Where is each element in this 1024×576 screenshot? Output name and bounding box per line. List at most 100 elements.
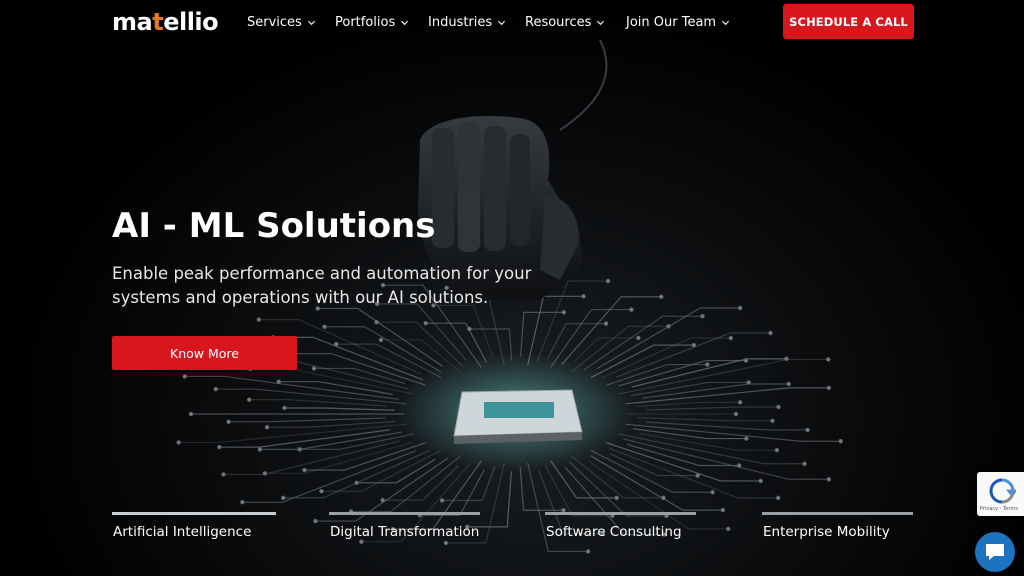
- circuit-node: [733, 411, 739, 417]
- circuit-node: [213, 386, 219, 392]
- circuit-node: [281, 495, 286, 500]
- circuit-node: [744, 436, 749, 441]
- circuit-node: [737, 305, 743, 311]
- circuit-trace: [583, 315, 703, 371]
- nav-services[interactable]: Services: [247, 12, 335, 32]
- circuit-node: [311, 366, 317, 371]
- circuit-node: [264, 425, 270, 430]
- logo-accent: t: [152, 8, 164, 36]
- tab-label: Digital Transformation: [330, 524, 480, 540]
- circuit-trace: [419, 469, 485, 516]
- circuit-node: [826, 477, 832, 482]
- circuit-node: [838, 439, 843, 444]
- circuit-trace: [642, 383, 789, 399]
- circuit-node: [247, 397, 252, 402]
- nav-portfolios[interactable]: Portfolios: [335, 12, 428, 32]
- recaptcha-badge[interactable]: Privacy - Terms: [977, 472, 1024, 516]
- circuit-node: [802, 461, 807, 466]
- circuit-node: [319, 489, 324, 494]
- circuit-node: [439, 498, 445, 503]
- circuit-node: [774, 447, 780, 453]
- circuit-node: [758, 478, 763, 484]
- circuit-node: [217, 444, 222, 450]
- tab-progress-bar: [112, 512, 276, 515]
- circuit-node: [333, 341, 339, 347]
- know-more-button[interactable]: Know More: [112, 336, 297, 370]
- tab-progress-bar: [329, 512, 480, 515]
- circuit-trace: [544, 465, 613, 517]
- recaptcha-terms: Privacy - Terms: [980, 506, 1018, 512]
- circuit-node: [636, 335, 641, 341]
- circuit-trace: [519, 467, 564, 511]
- tab-digital-transformation[interactable]: Digital Transformation: [329, 512, 480, 552]
- circuit-trace: [590, 455, 723, 511]
- recaptcha-icon: [989, 478, 1016, 504]
- circuit-node: [661, 495, 666, 500]
- circuit-trace: [519, 311, 564, 357]
- chevron-down-icon: [722, 20, 730, 25]
- circuit-node: [603, 321, 609, 326]
- slide-tabs: Artificial Intelligence Digital Transfor…: [112, 512, 914, 552]
- chevron-down-icon: [401, 20, 409, 25]
- matellio-logo[interactable]: matellio: [112, 8, 219, 36]
- logo-text-1: ma: [112, 8, 153, 36]
- circuit-node: [737, 400, 743, 405]
- circuit-node: [614, 495, 619, 501]
- circuit-node: [826, 357, 831, 362]
- tab-software-consulting[interactable]: Software Consulting: [545, 512, 696, 552]
- chat-bubble-icon: [986, 544, 1004, 560]
- circuit-node: [700, 314, 705, 319]
- circuit-trace: [267, 420, 396, 428]
- nav-label: Resources: [525, 14, 592, 30]
- circuit-node: [768, 330, 773, 336]
- hero-subtitle: Enable peak performance and automation f…: [112, 264, 532, 307]
- circuit-node: [221, 472, 226, 477]
- nav-industries[interactable]: Industries: [428, 12, 525, 32]
- circuit-node: [659, 294, 664, 299]
- chat-button[interactable]: [975, 532, 1015, 572]
- schedule-call-button[interactable]: SCHEDULE A CALL: [783, 4, 914, 39]
- circuit-trace: [317, 307, 443, 367]
- circuit-node: [710, 490, 715, 495]
- tab-enterprise-mobility[interactable]: Enterprise Mobility: [762, 512, 913, 552]
- tab-artificial-intelligence[interactable]: Artificial Intelligence: [112, 512, 276, 552]
- circuit-node: [423, 320, 428, 326]
- circuit-node: [776, 404, 781, 410]
- nav-label: Join Our Team: [626, 14, 717, 30]
- tab-label: Software Consulting: [546, 524, 682, 540]
- nav-join-our-team[interactable]: Join Our Team: [626, 12, 736, 32]
- circuit-node: [282, 405, 287, 411]
- tab-label: Artificial Intelligence: [113, 524, 252, 540]
- circuit-node: [770, 418, 775, 424]
- circuit-trace: [356, 458, 436, 484]
- circuit-trace: [223, 440, 401, 476]
- circuit-node: [302, 467, 307, 473]
- circuit-node: [805, 427, 810, 433]
- nav-label: Industries: [428, 14, 493, 30]
- circuit-trace: [610, 453, 698, 477]
- tab-progress-bar: [762, 512, 913, 515]
- tab-label: Enterprise Mobility: [763, 524, 890, 540]
- circuit-node: [240, 500, 245, 505]
- circuit-node: [736, 463, 742, 468]
- circuit-trace: [284, 407, 395, 411]
- hero-title: AI - ML Solutions: [112, 206, 436, 246]
- circuit-trace: [636, 401, 741, 408]
- circuit-node: [322, 324, 327, 329]
- nav-label: Portfolios: [335, 14, 396, 30]
- tab-progress-bar: [545, 512, 696, 515]
- site-header: matellio Services Portfolios Industries …: [0, 0, 1024, 44]
- circuit-trace: [547, 323, 607, 359]
- circuit-node: [188, 411, 194, 417]
- main-nav: Services Portfolios Industries Resources…: [247, 12, 736, 32]
- circuit-node: [775, 495, 781, 501]
- circuit-trace: [228, 417, 386, 423]
- circuit-node: [257, 447, 263, 452]
- circuit-node: [705, 362, 710, 367]
- circuit-node: [276, 379, 281, 384]
- circuit-node: [182, 374, 187, 379]
- nav-resources[interactable]: Resources: [525, 12, 626, 32]
- circuit-node: [176, 440, 181, 445]
- circuit-node: [629, 307, 634, 312]
- circuit-node: [581, 294, 586, 299]
